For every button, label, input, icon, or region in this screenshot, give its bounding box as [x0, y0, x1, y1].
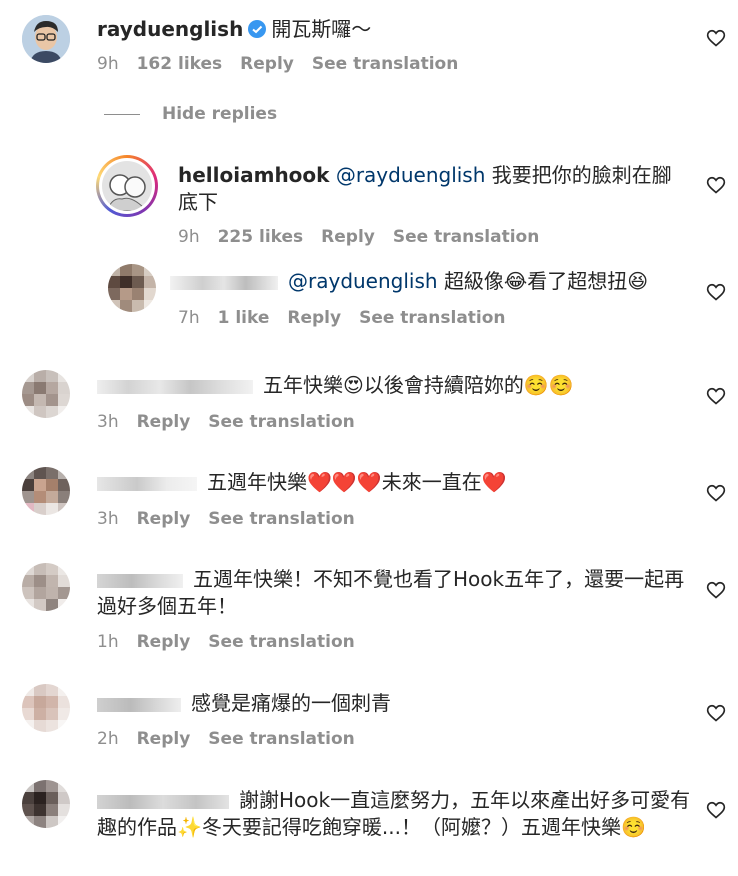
blurred-username[interactable]: [170, 275, 278, 290]
blurred-username[interactable]: [97, 794, 229, 809]
comment-meta: 1h Reply See translation: [97, 632, 373, 652]
avatar-blurred[interactable]: [22, 563, 70, 611]
heart-icon[interactable]: [706, 282, 726, 302]
reply-meta: 7h 1 like Reply See translation: [178, 308, 524, 328]
comment-meta: 9h 162 likes Reply See translation: [97, 54, 476, 74]
comment-body: 開瓦斯囉～: [271, 17, 372, 41]
mention-link[interactable]: @rayduenglish: [336, 163, 486, 187]
blurred-username[interactable]: [97, 379, 253, 394]
timestamp[interactable]: 3h: [97, 412, 119, 432]
username-helloiamhook[interactable]: helloiamhook: [178, 163, 329, 187]
user-avatar-image: [102, 161, 152, 211]
avatar-blurred[interactable]: [22, 780, 70, 828]
reply-text: helloiamhook @rayduenglish 我要把你的臉刺在腳底下: [178, 162, 678, 216]
timestamp[interactable]: 2h: [97, 729, 119, 749]
comment-text: 五週年快樂❤️❤️❤️未來一直在❤️: [97, 469, 697, 496]
avatar-blurred[interactable]: [22, 370, 70, 418]
comment-text: 謝謝Hook一直這麼努力，五年以來產出好多可愛有趣的作品✨冬天要記得吃飽穿暖..…: [97, 787, 697, 841]
like-count[interactable]: 1 like: [218, 308, 270, 328]
heart-icon[interactable]: [706, 175, 726, 195]
like-count[interactable]: 225 likes: [218, 227, 304, 247]
timestamp[interactable]: 9h: [97, 54, 119, 74]
comment-meta: 3h Reply See translation: [97, 412, 373, 432]
comment-body: 感覺是痛爆的一個刺青: [191, 691, 391, 715]
reply-text: @rayduenglish 超級像😂看了超想扭😆: [170, 268, 690, 295]
avatar-blurred[interactable]: [22, 467, 70, 515]
see-translation-button[interactable]: See translation: [208, 632, 354, 652]
reply-button[interactable]: Reply: [137, 509, 191, 529]
verified-badge-icon: [248, 20, 267, 38]
heart-icon[interactable]: [706, 800, 726, 820]
blurred-username[interactable]: [97, 697, 181, 712]
timestamp[interactable]: 1h: [97, 632, 119, 652]
heart-icon[interactable]: [706, 703, 726, 723]
reply-button[interactable]: Reply: [137, 729, 191, 749]
avatar-blurred[interactable]: [108, 264, 156, 312]
blurred-username[interactable]: [97, 476, 197, 491]
comment-meta: 3h Reply See translation: [97, 509, 373, 529]
timestamp[interactable]: 9h: [178, 227, 200, 247]
username-rayduenglish[interactable]: rayduenglish: [97, 17, 243, 41]
comment-text: rayduenglish 開瓦斯囉～: [97, 16, 677, 43]
see-translation-button[interactable]: See translation: [312, 54, 458, 74]
reply-button[interactable]: Reply: [137, 632, 191, 652]
heart-icon[interactable]: [706, 580, 726, 600]
reply-button[interactable]: Reply: [240, 54, 294, 74]
comment-body: 五年快樂😍以後會持續陪妳的☺️☺️: [263, 373, 574, 397]
see-translation-button[interactable]: See translation: [208, 509, 354, 529]
see-translation-button[interactable]: See translation: [359, 308, 505, 328]
see-translation-button[interactable]: See translation: [208, 729, 354, 749]
reply-button[interactable]: Reply: [137, 412, 191, 432]
avatar[interactable]: [22, 15, 70, 63]
see-translation-button[interactable]: See translation: [208, 412, 354, 432]
like-count[interactable]: 162 likes: [137, 54, 223, 74]
comment-body: 五週年快樂！不知不覺也看了Hook五年了，還要一起再過好多個五年！: [97, 567, 685, 618]
see-translation-button[interactable]: See translation: [393, 227, 539, 247]
divider: [104, 113, 140, 115]
comment-meta: 2h Reply See translation: [97, 729, 373, 749]
heart-icon[interactable]: [706, 483, 726, 503]
reply-meta: 9h 225 likes Reply See translation: [178, 227, 557, 247]
timestamp[interactable]: 3h: [97, 509, 119, 529]
heart-icon[interactable]: [706, 386, 726, 406]
avatar-blurred[interactable]: [22, 684, 70, 732]
comment-text: 五年快樂😍以後會持續陪妳的☺️☺️: [97, 372, 697, 399]
reply-button[interactable]: Reply: [321, 227, 375, 247]
user-avatar-image: [22, 15, 70, 63]
blurred-username[interactable]: [97, 573, 183, 588]
comment-text: 五週年快樂！不知不覺也看了Hook五年了，還要一起再過好多個五年！: [97, 566, 689, 620]
comment-body: 五週年快樂❤️❤️❤️未來一直在❤️: [207, 470, 507, 494]
hide-replies-button[interactable]: Hide replies: [104, 104, 277, 124]
heart-icon[interactable]: [706, 28, 726, 48]
hide-replies-label: Hide replies: [162, 104, 278, 124]
reply-body: 超級像😂看了超想扭😆: [443, 269, 649, 293]
timestamp[interactable]: 7h: [178, 308, 200, 328]
reply-button[interactable]: Reply: [287, 308, 341, 328]
mention-link[interactable]: @rayduenglish: [288, 269, 438, 293]
comment-text: 感覺是痛爆的一個刺青: [97, 690, 697, 717]
avatar-story-ring[interactable]: [96, 155, 158, 217]
